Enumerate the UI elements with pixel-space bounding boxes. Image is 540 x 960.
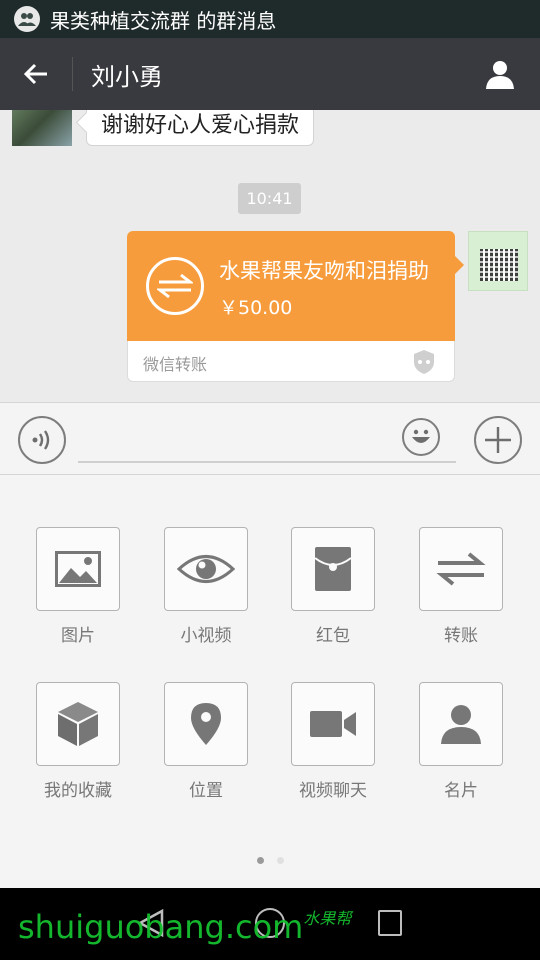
contact-avatar[interactable]: [12, 110, 72, 146]
input-bar: [0, 402, 540, 475]
voice-waves-icon: [32, 430, 50, 450]
system-nav-bar: shuiguobang.com水果帮: [0, 888, 540, 960]
title-divider: [72, 57, 73, 91]
tool-label: 红包: [316, 626, 350, 646]
page-dot[interactable]: [276, 857, 284, 864]
message-list[interactable]: 谢谢好心人爱心捐款 10:41 水果帮果友吻和泪捐助 ￥50.00 微信转账: [0, 110, 540, 402]
back-arrow-icon: [23, 63, 47, 85]
voice-input-button[interactable]: [18, 416, 66, 464]
tool-red-packet[interactable]: 红包: [278, 527, 388, 646]
tool-label: 图片: [61, 626, 95, 646]
nav-recent-apps-icon[interactable]: [378, 910, 402, 936]
status-bar: 果类种植交流群 的群消息: [0, 0, 540, 38]
transfer-title: 水果帮果友吻和泪捐助: [219, 259, 429, 283]
transfer-icon: [436, 552, 486, 586]
chat-title: 刘小勇: [91, 62, 163, 91]
video-camera-icon: [310, 711, 356, 737]
incoming-message-bubble[interactable]: 谢谢好心人爱心捐款: [86, 110, 315, 146]
transfer-icon: [146, 257, 204, 315]
tool-location[interactable]: 位置: [151, 682, 261, 801]
transfer-card[interactable]: 水果帮果友吻和泪捐助 ￥50.00 微信转账: [127, 231, 464, 382]
tool-label: 名片: [444, 781, 478, 801]
page-dot-active: [256, 857, 264, 864]
red-packet-icon: [314, 547, 352, 591]
notification-text: 果类种植交流群 的群消息: [50, 8, 277, 33]
location-pin-icon: [191, 703, 221, 745]
group-chat-icon: [14, 6, 40, 32]
tool-short-video[interactable]: 小视频: [151, 527, 261, 646]
tool-label: 我的收藏: [44, 781, 112, 801]
chat-info-button[interactable]: [460, 38, 540, 110]
tool-transfer[interactable]: 转账: [406, 527, 516, 646]
cube-icon: [58, 702, 98, 746]
title-bar: 刘小勇: [0, 38, 540, 110]
tool-label: 小视频: [180, 626, 232, 646]
more-button[interactable]: [474, 416, 522, 464]
more-tools-panel: 图片 小视频 红包 转账 我的收藏 位置 视频聊天 名片: [0, 475, 540, 888]
transfer-footer-label: 微信转账: [143, 355, 208, 374]
transfer-card-body: 水果帮果友吻和泪捐助 ￥50.00: [127, 231, 464, 341]
tool-label: 转账: [444, 626, 478, 646]
person-icon: [486, 61, 514, 89]
plus-icon: [485, 427, 511, 453]
time-divider: 10:41: [238, 183, 301, 214]
watermark: shuiguobang.com水果帮: [18, 908, 352, 946]
shield-icon: [414, 350, 434, 374]
eye-icon: [177, 555, 235, 583]
smiley-icon: [412, 429, 430, 443]
tool-video-chat[interactable]: 视频聊天: [278, 682, 388, 801]
tool-favorites[interactable]: 我的收藏: [23, 682, 133, 801]
tool-photo[interactable]: 图片: [23, 527, 133, 646]
back-button[interactable]: [0, 38, 72, 110]
transfer-amount: ￥50.00: [219, 297, 293, 319]
my-avatar[interactable]: [468, 231, 528, 291]
message-input[interactable]: [78, 415, 456, 463]
image-icon: [55, 551, 101, 587]
tool-contact-card[interactable]: 名片: [406, 682, 516, 801]
person-card-icon: [441, 705, 481, 744]
tool-label: 视频聊天: [299, 781, 367, 801]
tool-label: 位置: [189, 781, 223, 801]
transfer-card-footer: 微信转账: [127, 341, 455, 382]
emoji-button[interactable]: [402, 418, 440, 456]
page-indicator: [0, 857, 540, 864]
